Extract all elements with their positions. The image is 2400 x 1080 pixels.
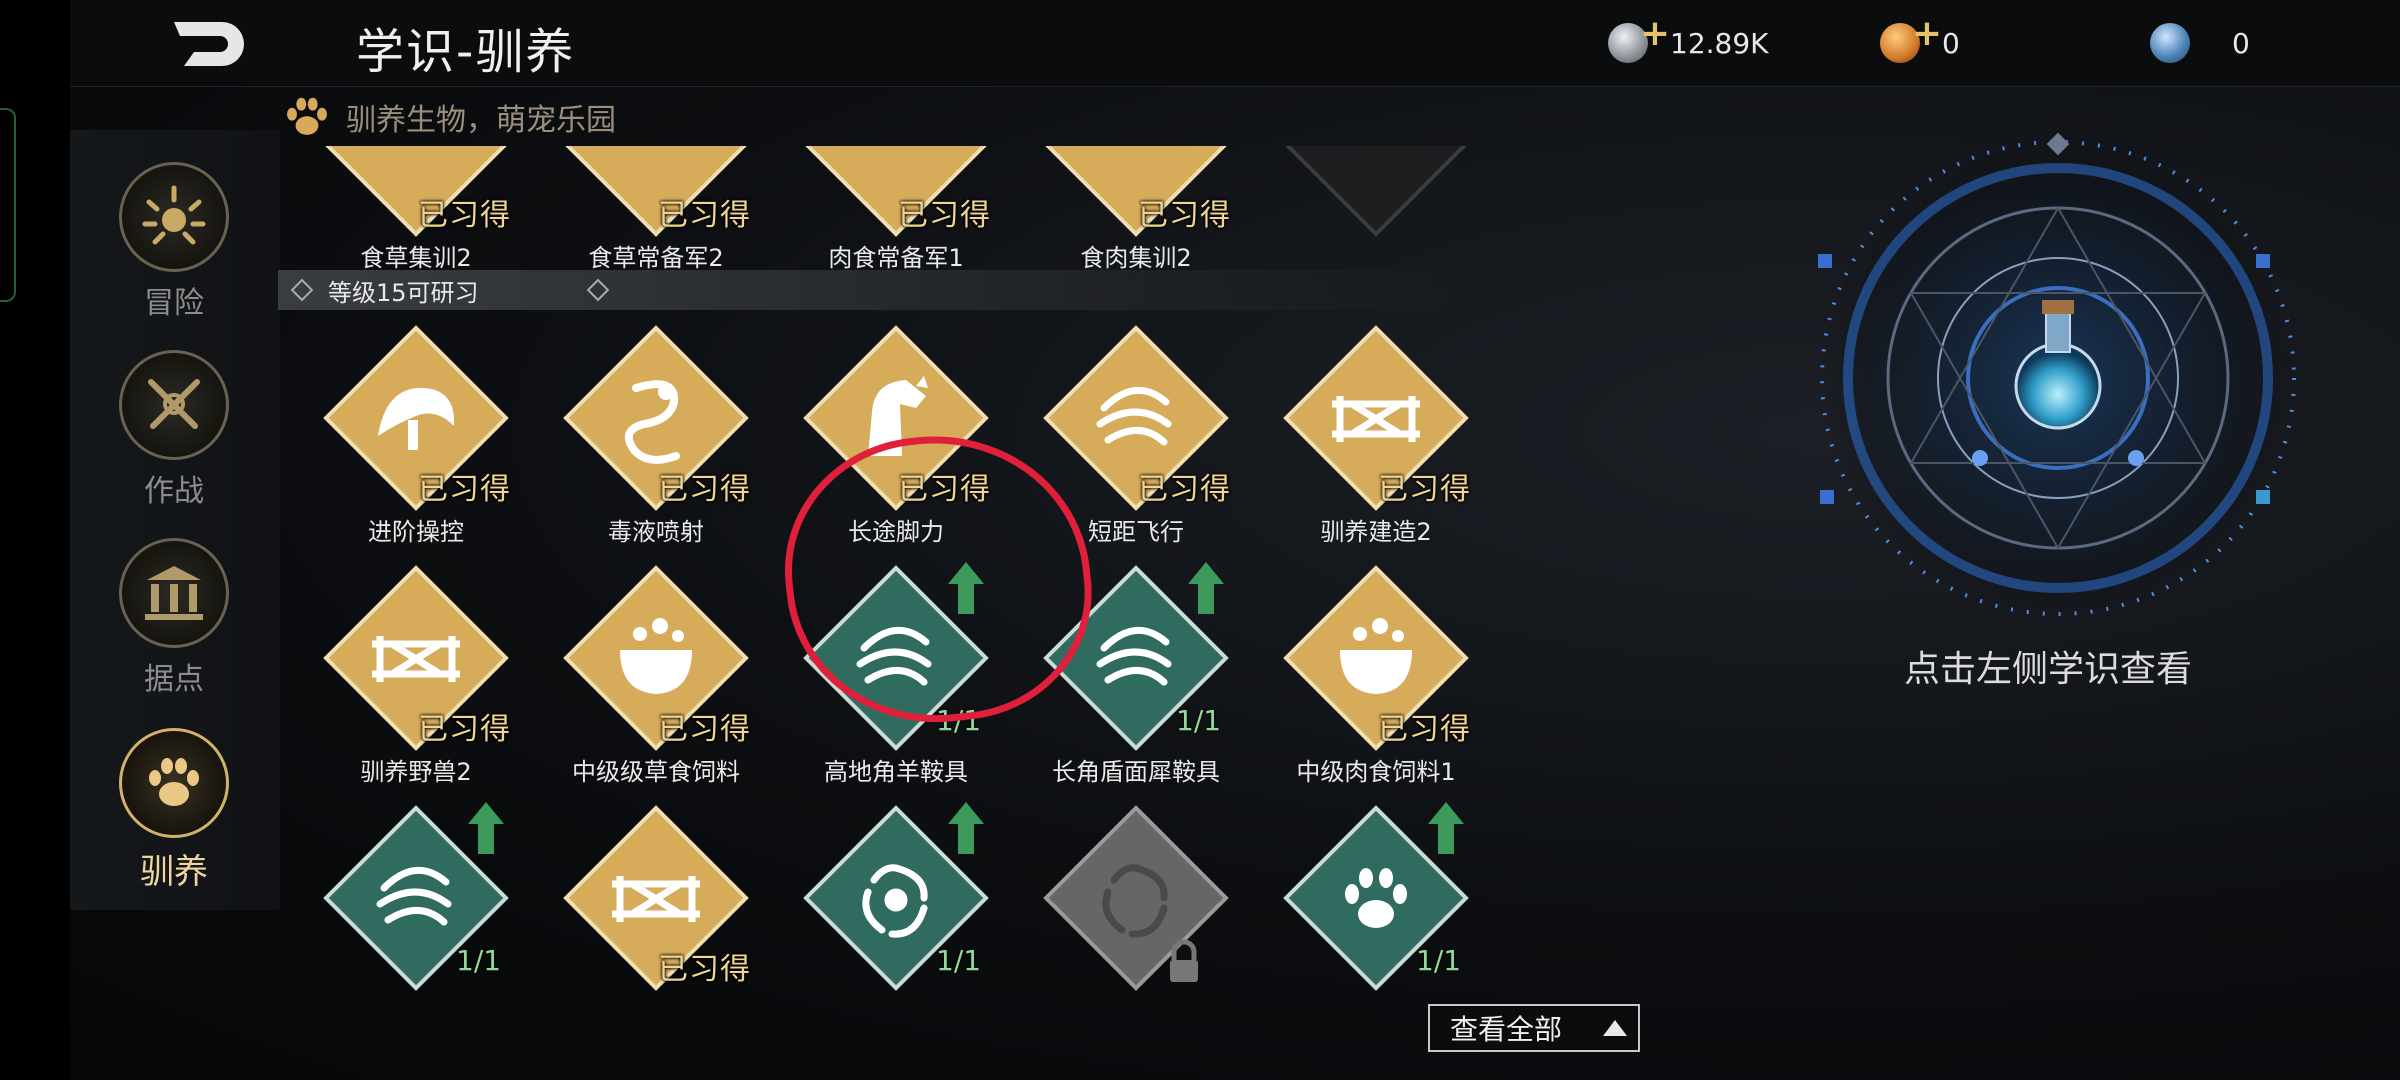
section-label: 等级15可研习 <box>328 279 479 307</box>
skill-card[interactable]: 已习得 <box>536 796 776 996</box>
skill-card-locked[interactable] <box>1256 146 1478 272</box>
gem-orb-icon <box>2150 23 2190 63</box>
nav-label: 据点 <box>144 662 204 697</box>
upgrade-arrow-icon <box>1188 562 1224 614</box>
page-title: 学识-驯养 <box>356 24 576 80</box>
nav-stronghold[interactable]: 据点 <box>118 538 230 698</box>
detail-panel <box>1818 132 2298 618</box>
skill-name: 驯养建造2 <box>1320 518 1432 546</box>
progress-count: 1/1 <box>1176 704 1222 737</box>
view-all-label: 查看全部 <box>1450 1013 1563 1046</box>
skill-card[interactable]: 已习得 驯养建造2 <box>1256 316 1478 546</box>
skill-name: 肉食常备军1 <box>828 244 964 272</box>
section-header: 等级15可研习 <box>278 270 1478 310</box>
diamond-icon <box>586 278 610 302</box>
learned-status: 已习得 <box>658 952 751 987</box>
silver-currency[interactable]: + 12.89K <box>1608 13 1769 66</box>
nav-label: 作战 <box>144 474 204 509</box>
category-subtitle: 驯养生物，萌宠乐园 <box>282 94 616 140</box>
skill-name: 高地角羊鞍具 <box>824 758 968 786</box>
learned-status: 已习得 <box>418 472 511 507</box>
view-all-button[interactable]: 查看全部 <box>1428 1004 1640 1052</box>
gem-currency[interactable]: 0 <box>2150 20 2250 66</box>
learned-status: 已习得 <box>1378 472 1471 507</box>
copper-amount: 0 <box>1942 26 1960 60</box>
back-arrow-icon[interactable] <box>170 16 244 72</box>
skill-card[interactable]: 已习得 肉食常备军1 <box>776 146 1016 272</box>
learned-status: 已习得 <box>1138 198 1231 233</box>
learned-status: 已习得 <box>658 712 751 747</box>
learned-status: 已习得 <box>658 472 751 507</box>
skill-name: 中级肉食饲料1 <box>1296 758 1456 786</box>
nav-adventure[interactable]: 冒险 <box>118 162 230 322</box>
skill-name: 食草集训2 <box>360 244 472 272</box>
skill-name: 毒液喷射 <box>608 518 704 546</box>
nav-label: 冒险 <box>144 286 204 321</box>
skill-name: 进阶操控 <box>368 518 464 546</box>
learned-status: 已习得 <box>418 198 511 233</box>
plus-icon[interactable]: + <box>1912 13 1942 54</box>
skill-card[interactable]: 已习得 中级肉食饲料1 <box>1256 556 1478 786</box>
progress-count: 1/1 <box>936 944 982 977</box>
sun-emblem-icon <box>142 185 206 245</box>
copper-currency[interactable]: + 0 <box>1880 13 1960 66</box>
skill-card-locked[interactable] <box>1016 796 1256 996</box>
nav-label: 驯养 <box>140 852 208 892</box>
learned-status: 已习得 <box>658 198 751 233</box>
skill-card[interactable]: 已习得 中级级草食饲料 <box>536 556 776 786</box>
skill-card[interactable]: 已习得 食草常备军2 <box>536 146 776 272</box>
nav-combat[interactable]: 作战 <box>118 350 230 510</box>
skill-card-venom-spray[interactable]: 已习得 毒液喷射 <box>536 316 776 546</box>
skill-card[interactable]: 已习得 食草集训2 <box>296 146 536 272</box>
upgrade-arrow-icon <box>948 802 984 854</box>
skill-card[interactable]: 已习得 进阶操控 <box>296 316 536 546</box>
subtitle-text: 驯养生物，萌宠乐园 <box>346 103 616 138</box>
edge-handle[interactable] <box>0 108 16 302</box>
upgrade-arrow-icon <box>1428 802 1464 854</box>
skill-name: 长角盾面犀鞍具 <box>1052 758 1220 786</box>
progress-count: 1/1 <box>1416 944 1462 977</box>
skill-grid: 已习得 食草集训2 已习得 食草常备军2 已习得 肉食常备军1 已习得 食肉集训… <box>278 146 1478 996</box>
skill-name: 食草常备军2 <box>588 244 724 272</box>
learned-status: 已习得 <box>418 712 511 747</box>
gem-amount: 0 <box>2232 26 2250 60</box>
paw-print-icon <box>149 758 199 806</box>
silver-coin-icon: + <box>1608 13 1670 63</box>
detail-hint: 点击左侧学识查看 <box>1904 649 2193 690</box>
skill-name: 食肉集训2 <box>1080 244 1192 272</box>
padlock-icon <box>1170 939 1198 982</box>
plus-icon[interactable]: + <box>1640 13 1670 54</box>
learned-status: 已习得 <box>1138 472 1231 507</box>
copper-coin-icon: + <box>1880 13 1942 63</box>
skill-card[interactable]: 已习得 食肉集训2 <box>1016 146 1256 272</box>
caret-up-icon <box>1603 1020 1628 1036</box>
pillared-building-icon <box>145 566 203 620</box>
diamond-icon <box>290 278 314 302</box>
upgrade-arrow-icon <box>468 802 504 854</box>
skill-name: 中级级草食饲料 <box>572 758 740 786</box>
learned-status: 已习得 <box>1378 712 1471 747</box>
silver-amount: 12.89K <box>1670 26 1769 60</box>
nav-taming[interactable]: 驯养 <box>118 728 230 893</box>
learned-status: 已习得 <box>898 198 991 233</box>
skill-card[interactable]: 已习得 驯养野兽2 <box>296 556 536 786</box>
crossed-swords-icon <box>148 379 200 429</box>
paw-print-icon <box>287 97 327 135</box>
skill-name: 驯养野兽2 <box>360 758 472 786</box>
progress-count: 1/1 <box>456 944 502 977</box>
